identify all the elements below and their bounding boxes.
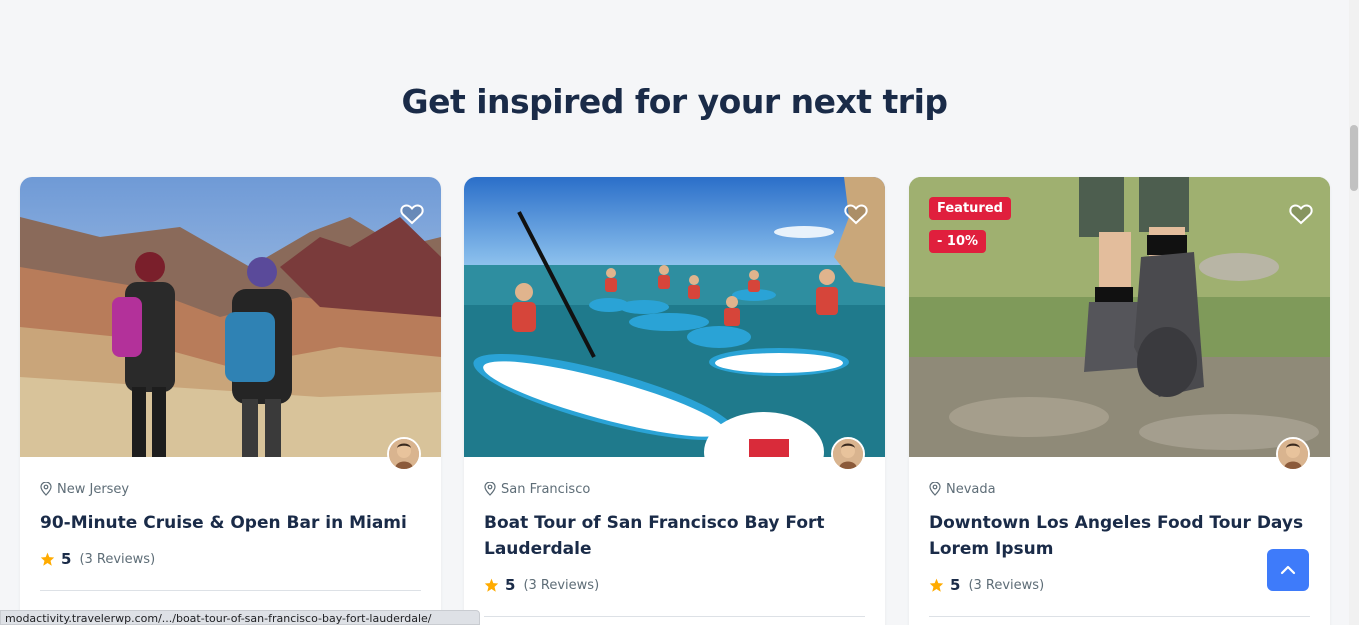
heart-outline-icon[interactable] [1289,203,1313,225]
tour-title[interactable]: Downtown Los Angeles Food Tour Days Lore… [929,510,1310,562]
review-count: (3 Reviews) [79,551,156,567]
map-pin-icon [484,482,496,496]
tour-rating: 5 (3 Reviews) [484,576,865,594]
heart-outline-icon[interactable] [400,203,424,225]
back-to-top-button[interactable] [1267,549,1309,591]
tour-image[interactable]: Featured - 10% [909,177,1330,457]
review-count: (3 Reviews) [523,577,600,593]
location-label: San Francisco [501,481,591,497]
star-icon [40,552,55,566]
divider [484,616,865,617]
heart-outline-icon[interactable] [844,203,868,225]
author-avatar[interactable] [1276,437,1310,471]
tour-rating: 5 (3 Reviews) [40,550,421,568]
map-pin-icon [40,482,52,496]
divider [40,590,421,591]
tour-title[interactable]: Boat Tour of San Francisco Bay Fort Laud… [484,510,865,562]
rating-score: 5 [505,576,516,594]
tour-location: New Jersey [40,480,421,498]
chevron-up-icon [1280,565,1296,575]
tour-card[interactable]: New Jersey 90-Minute Cruise & Open Bar i… [20,177,441,625]
featured-badge: Featured [929,197,1011,220]
tour-image[interactable] [20,177,441,457]
location-label: Nevada [946,481,996,497]
rating-score: 5 [61,550,72,568]
tour-image[interactable] [464,177,885,457]
divider [929,616,1310,617]
page-scrollbar[interactable] [1349,0,1359,625]
tour-title[interactable]: 90-Minute Cruise & Open Bar in Miami [40,510,421,536]
location-label: New Jersey [57,481,130,497]
tour-rating: 5 (3 Reviews) [929,576,1310,594]
tour-location: San Francisco [484,480,865,498]
author-avatar[interactable] [387,437,421,471]
section-heading: Get inspired for your next trip [401,82,948,121]
discount-badge: - 10% [929,230,987,253]
star-icon [929,578,944,592]
star-icon [484,578,499,592]
tour-location: Nevada [929,480,1310,498]
scrollbar-thumb[interactable] [1350,125,1358,191]
author-avatar[interactable] [831,437,865,471]
link-status-bar: modactivity.travelerwp.com/.../boat-tour… [0,610,480,625]
map-pin-icon [929,482,941,496]
review-count: (3 Reviews) [968,577,1045,593]
rating-score: 5 [950,576,961,594]
tour-card[interactable]: San Francisco Boat Tour of San Francisco… [464,177,885,625]
